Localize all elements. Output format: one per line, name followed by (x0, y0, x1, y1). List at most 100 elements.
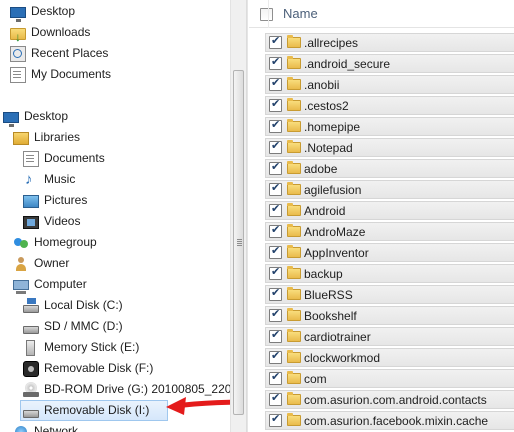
table-row[interactable]: .Notepad (265, 138, 514, 157)
nav-item-removable-disk-f[interactable]: Removable Disk (F:) (23, 358, 153, 379)
nav-item-memory-stick-e[interactable]: Memory Stick (E:) (23, 337, 139, 358)
row-checkbox[interactable] (269, 76, 282, 91)
nav-item-owner[interactable]: Owner (13, 253, 69, 274)
folder-icon (287, 35, 301, 48)
folder-icon (287, 98, 301, 111)
nav-item-music[interactable]: Music (23, 169, 75, 190)
row-checkbox[interactable] (269, 139, 282, 154)
folder-icon (287, 287, 301, 300)
nav-item-local-disk-c[interactable]: Local Disk (C:) (23, 295, 123, 316)
row-checkbox[interactable] (269, 97, 282, 112)
row-checkbox[interactable] (269, 328, 282, 343)
folder-name: .homepipe (304, 120, 361, 134)
folder-name: com.asurion.com.android.contacts (304, 393, 487, 407)
row-checkbox[interactable] (269, 118, 282, 133)
folder-name: Bookshelf (304, 309, 357, 323)
table-row[interactable]: agilefusion (265, 180, 514, 199)
row-checkbox[interactable] (269, 55, 282, 70)
row-checkbox[interactable] (269, 307, 282, 322)
row-checkbox[interactable] (269, 349, 282, 364)
folder-icon (287, 329, 301, 342)
table-row[interactable]: .homepipe (265, 117, 514, 136)
user-icon (13, 256, 29, 272)
camera-icon (23, 360, 39, 377)
nav-item-desktop-favorite[interactable]: Desktop (10, 1, 75, 22)
nav-item-downloads[interactable]: Downloads (10, 22, 90, 48)
nav-item-label: My Documents (31, 67, 112, 81)
table-row[interactable]: AndroMaze (265, 222, 514, 241)
local-disk-icon (23, 297, 39, 313)
nav-item-label: Music (44, 172, 76, 186)
nav-item-libraries[interactable]: Libraries (13, 127, 80, 148)
nav-item-recent-places[interactable]: Recent Places (10, 43, 108, 64)
row-checkbox[interactable] (269, 244, 282, 259)
nav-item-pictures[interactable]: Pictures (23, 190, 87, 211)
nav-item-label: Homegroup (34, 235, 97, 249)
nav-item-label: Network (34, 424, 79, 432)
pictures-icon (23, 195, 39, 208)
table-row[interactable]: adobe (265, 159, 514, 178)
nav-item-label: Computer (34, 277, 87, 291)
name-column-header[interactable]: Name (283, 6, 318, 21)
select-all-checkbox[interactable] (260, 8, 273, 21)
table-row[interactable]: .android_secure (265, 54, 514, 73)
table-row[interactable]: AppInventor (265, 243, 514, 262)
table-row[interactable]: .anobii (265, 75, 514, 94)
folder-name: cardiotrainer (304, 330, 371, 344)
folder-icon (287, 203, 301, 216)
nav-item-label: Removable Disk (I:) (44, 403, 150, 417)
scrollbar-thumb[interactable] (233, 70, 244, 415)
column-header: Name (249, 0, 514, 28)
nav-item-label: Pictures (44, 193, 88, 207)
row-checkbox[interactable] (269, 412, 282, 427)
nav-item-label: Owner (34, 256, 70, 270)
table-row[interactable]: cardiotrainer (265, 327, 514, 346)
table-row[interactable]: com (265, 369, 514, 388)
row-checkbox[interactable] (269, 370, 282, 385)
folder-icon (287, 140, 301, 153)
table-row[interactable]: Bookshelf (265, 306, 514, 325)
row-checkbox[interactable] (269, 202, 282, 217)
music-icon (23, 169, 39, 190)
nav-item-homegroup[interactable]: Homegroup (13, 232, 97, 253)
row-checkbox[interactable] (269, 286, 282, 301)
nav-item-my-documents[interactable]: My Documents (10, 64, 111, 85)
table-row[interactable]: .allrecipes (265, 33, 514, 52)
nav-item-label: Local Disk (C:) (44, 298, 123, 312)
table-row[interactable]: clockworkmod (265, 348, 514, 367)
navigation-scrollbar[interactable] (230, 0, 247, 432)
recent-places-icon (10, 45, 26, 62)
nav-item-label: Videos (44, 214, 81, 228)
table-row[interactable]: Android (265, 201, 514, 220)
disc-drive-icon (23, 381, 39, 398)
nav-item-label: Recent Places (31, 46, 109, 60)
libraries-icon (13, 132, 29, 145)
folder-name: .cestos2 (304, 99, 349, 113)
nav-item-sd-mmc-d[interactable]: SD / MMC (D:) (23, 316, 123, 337)
nav-item-removable-disk-i[interactable]: Removable Disk (I:) (20, 400, 168, 421)
folder-name: com.asurion.facebook.mixin.cache (304, 414, 489, 428)
row-checkbox[interactable] (269, 391, 282, 406)
nav-item-desktop[interactable]: Desktop (3, 106, 68, 127)
nav-item-computer[interactable]: Computer (13, 274, 87, 295)
nav-item-label: Desktop (31, 4, 76, 18)
documents-icon (23, 150, 39, 167)
row-checkbox[interactable] (269, 181, 282, 196)
nav-item-network[interactable]: Network (13, 421, 78, 432)
folder-name: .anobii (304, 78, 340, 92)
table-row[interactable]: com.asurion.facebook.mixin.cache (265, 411, 514, 430)
table-row[interactable]: .cestos2 (265, 96, 514, 115)
nav-item-videos[interactable]: Videos (23, 211, 80, 232)
row-checkbox[interactable] (269, 265, 282, 280)
row-checkbox[interactable] (269, 223, 282, 238)
folder-icon (287, 182, 301, 195)
folder-name: agilefusion (304, 183, 362, 197)
nav-item-documents[interactable]: Documents (23, 148, 105, 169)
folder-name: adobe (304, 162, 338, 176)
table-row[interactable]: com.asurion.com.android.contacts (265, 390, 514, 409)
row-checkbox[interactable] (269, 34, 282, 49)
row-checkbox[interactable] (269, 160, 282, 175)
table-row[interactable]: BlueRSS (265, 285, 514, 304)
folder-name: .android_secure (304, 57, 391, 71)
table-row[interactable]: backup (265, 264, 514, 283)
